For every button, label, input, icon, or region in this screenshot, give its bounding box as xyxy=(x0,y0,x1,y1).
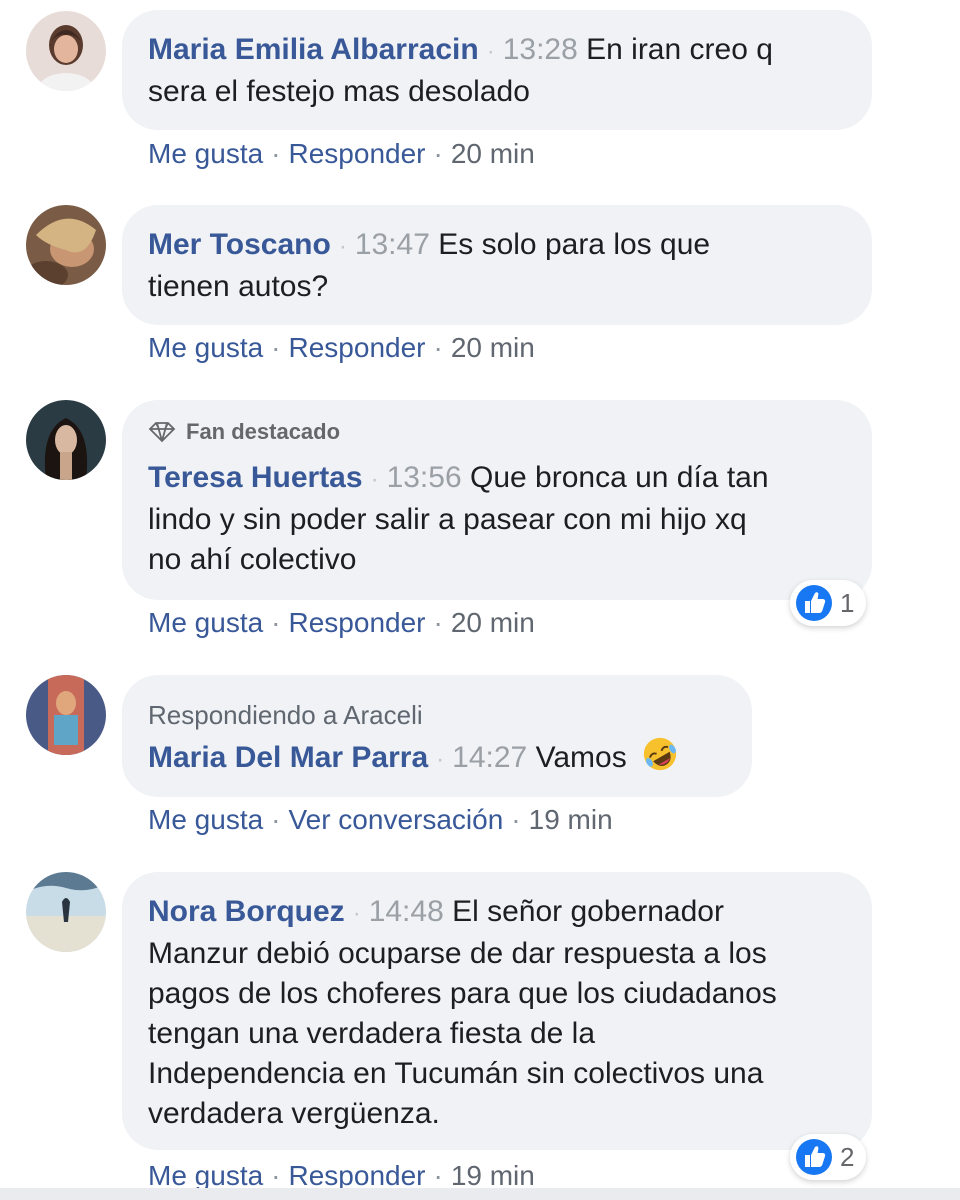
separator-dot: · xyxy=(271,332,281,363)
comment-text: tienen autos? xyxy=(148,270,329,303)
user-avatar-icon xyxy=(26,400,106,480)
author-name[interactable]: Maria Del Mar Parra xyxy=(148,741,428,774)
comment-age[interactable]: 20 min xyxy=(451,332,535,363)
comment-text: verdadera vergüenza. xyxy=(148,1097,440,1130)
separator-dot: · xyxy=(370,466,379,493)
bottom-divider xyxy=(0,1188,960,1200)
separator-dot: · xyxy=(433,332,443,363)
comment-bubble: Mer Toscano · 13:47 Es solo para los que t… xyxy=(122,205,872,325)
avatar[interactable] xyxy=(26,872,106,952)
comment-text: Que bronca un día tan xyxy=(469,461,769,494)
comment-text: Vamos xyxy=(535,741,627,774)
separator-dot: · xyxy=(271,607,281,638)
rolling-laughing-emoji-icon xyxy=(643,737,677,771)
user-avatar-icon xyxy=(26,872,106,952)
badge-label: Fan destacado xyxy=(186,419,341,444)
avatar[interactable] xyxy=(26,205,106,285)
author-name[interactable]: Nora Borquez xyxy=(148,895,345,928)
comment-actions: Me gusta · Responder · 20 min xyxy=(148,330,535,366)
reply-to-label[interactable]: Respondiendo a Araceli xyxy=(148,697,726,733)
like-button[interactable]: Me gusta xyxy=(148,607,263,638)
user-avatar-icon xyxy=(26,675,106,755)
timestamp: 13:56 xyxy=(386,461,462,494)
separator-dot: · xyxy=(338,233,347,260)
comment-text: En iran creo q xyxy=(586,33,773,66)
comment-text: no ahí colectivo xyxy=(148,543,357,576)
author-name[interactable]: Maria Emilia Albarracin xyxy=(148,33,479,66)
comment-bubble: Maria Emilia Albarracin · 13:28 En iran cr… xyxy=(122,10,872,130)
separator-dot: · xyxy=(433,138,443,169)
user-avatar-icon xyxy=(26,11,106,91)
comment-bubble: Fan destacado Teresa Huertas · 13:56 Que b… xyxy=(122,400,872,600)
comment-age[interactable]: 19 min xyxy=(451,1160,535,1191)
comment-bubble: Respondiendo a Araceli Maria Del Mar Par… xyxy=(122,675,752,797)
author-name[interactable]: Mer Toscano xyxy=(148,228,331,261)
comment-age[interactable]: 19 min xyxy=(529,804,613,835)
timestamp: 13:47 xyxy=(354,228,430,261)
like-button[interactable]: Me gusta xyxy=(148,138,263,169)
view-conversation-button[interactable]: Ver conversación xyxy=(289,804,504,835)
avatar[interactable] xyxy=(26,675,106,755)
like-button[interactable]: Me gusta xyxy=(148,1160,263,1191)
separator-dot: · xyxy=(486,38,495,65)
reply-button[interactable]: Responder xyxy=(289,138,426,169)
timestamp: 14:27 xyxy=(452,741,528,774)
like-button[interactable]: Me gusta xyxy=(148,332,263,363)
reaction-count-label: 2 xyxy=(840,1141,855,1172)
comment-text: pagos de los choferes para que los ciuda… xyxy=(148,977,777,1010)
reaction-count-label: 1 xyxy=(840,587,855,618)
avatar[interactable] xyxy=(26,11,106,91)
comment-actions: Me gusta · Responder · 20 min xyxy=(148,605,535,641)
comment-age[interactable]: 20 min xyxy=(451,138,535,169)
separator-dot: · xyxy=(433,607,443,638)
comment-text: Manzur debió ocuparse de dar respuesta a… xyxy=(148,937,767,970)
separator-dot: · xyxy=(352,900,361,927)
comment-text: lindo y sin poder salir a pasear con mi … xyxy=(148,503,747,536)
separator-dot: · xyxy=(271,138,281,169)
author-name[interactable]: Teresa Huertas xyxy=(148,461,363,494)
comment-actions: Me gusta · Ver conversación · 19 min xyxy=(148,802,613,838)
separator-dot: · xyxy=(433,1160,443,1191)
timestamp: 13:28 xyxy=(502,33,578,66)
diamond-icon xyxy=(148,422,176,443)
reaction-count[interactable]: 2 xyxy=(790,1134,866,1180)
user-avatar-icon xyxy=(26,205,106,285)
fan-badge[interactable]: Fan destacado xyxy=(148,416,846,448)
like-icon xyxy=(794,583,834,623)
reply-button[interactable]: Responder xyxy=(289,332,426,363)
comment-text: Es solo para los que xyxy=(438,228,711,261)
avatar[interactable] xyxy=(26,400,106,480)
separator-dot: · xyxy=(511,804,521,835)
like-button[interactable]: Me gusta xyxy=(148,804,263,835)
reply-button[interactable]: Responder xyxy=(289,607,426,638)
comment-text: El señor gobernador xyxy=(452,895,724,928)
like-icon xyxy=(794,1137,834,1177)
comment-bubble: Nora Borquez · 14:48 El señor gobernador M… xyxy=(122,872,872,1150)
comment-text: sera el festejo mas desolado xyxy=(148,75,530,108)
reply-button[interactable]: Responder xyxy=(289,1160,426,1191)
separator-dot: · xyxy=(271,804,281,835)
comment-text: tengan una verdadera fiesta de la xyxy=(148,1017,595,1050)
reaction-count[interactable]: 1 xyxy=(790,580,866,626)
comment-text: Independencia en Tucumán sin colectivos … xyxy=(148,1057,764,1090)
separator-dot: · xyxy=(271,1160,281,1191)
comment-actions: Me gusta · Responder · 20 min xyxy=(148,136,535,172)
separator-dot: · xyxy=(436,746,445,773)
timestamp: 14:48 xyxy=(368,895,444,928)
comment-age[interactable]: 20 min xyxy=(451,607,535,638)
